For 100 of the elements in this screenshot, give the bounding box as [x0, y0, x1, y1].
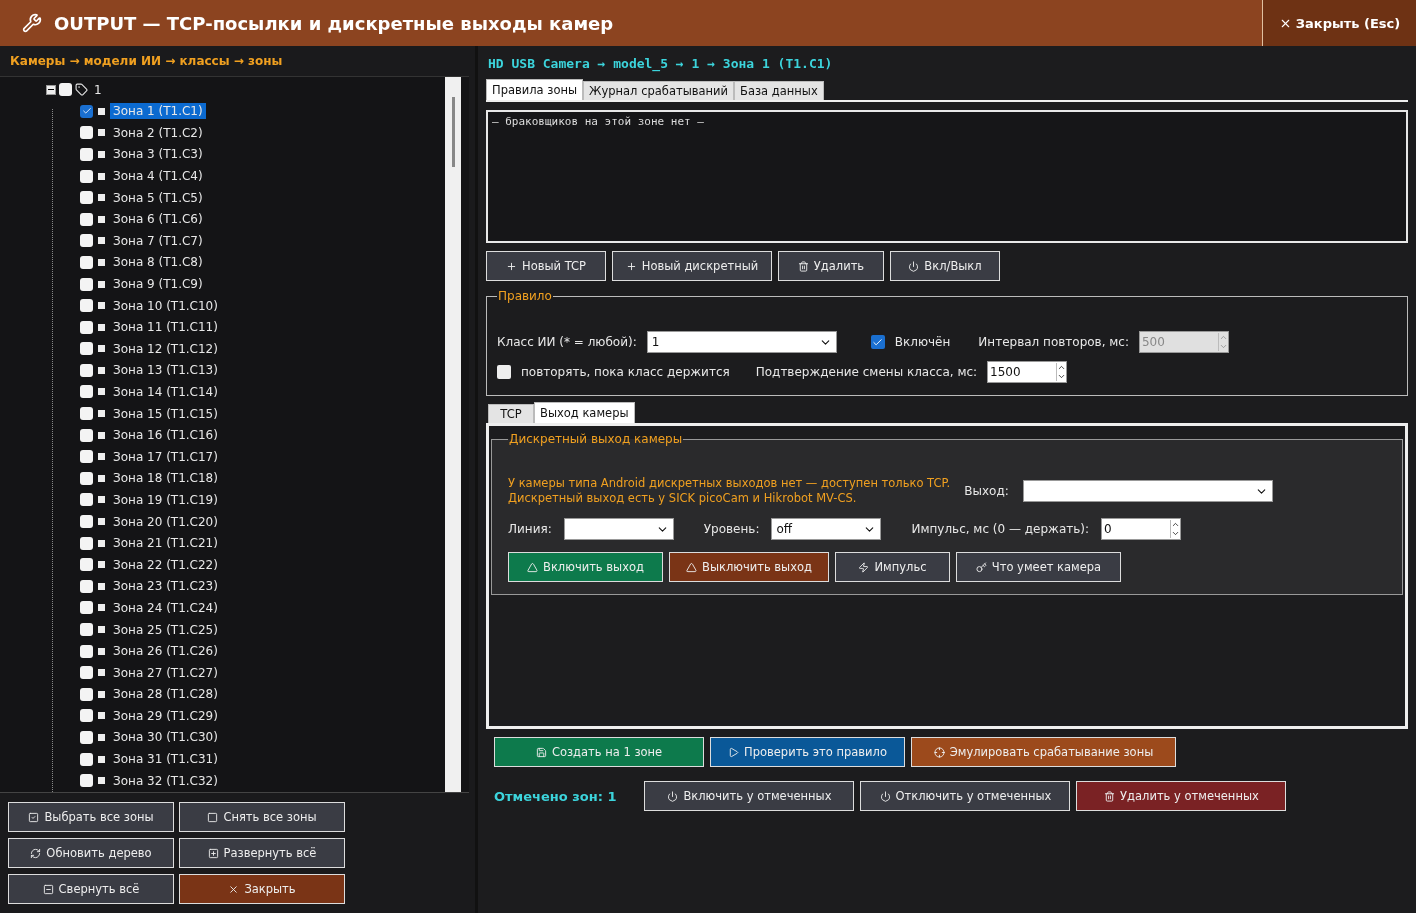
tree-checkbox[interactable]: [80, 126, 93, 140]
tree-item[interactable]: Зона 25 (T1.C25): [110, 621, 221, 638]
output-button[interactable]: Импульс: [835, 552, 950, 582]
tree-checkbox[interactable]: [80, 342, 93, 356]
tree-checkbox[interactable]: [80, 407, 93, 421]
close-button[interactable]: Закрыть (Esc): [1262, 0, 1416, 46]
tree-item[interactable]: Зона 32 (T1.C32): [110, 772, 221, 789]
tree-checkbox[interactable]: [80, 234, 93, 248]
tree-checkbox[interactable]: [80, 299, 93, 313]
tab[interactable]: TCP: [488, 404, 534, 423]
pulse-spinbox[interactable]: 0: [1101, 518, 1182, 540]
collapse-toggle[interactable]: [46, 84, 56, 95]
tree-item[interactable]: Зона 19 (T1.C19): [110, 491, 221, 508]
tree-item[interactable]: Зона 4 (T1.C4): [110, 168, 206, 185]
tree-button[interactable]: Свернуть всё: [8, 874, 174, 904]
class-dropdown[interactable]: 1: [646, 331, 837, 353]
output-button[interactable]: Включить выход: [508, 552, 663, 582]
confirm-spinbox[interactable]: 1500: [987, 361, 1068, 383]
tab[interactable]: Журнал срабатываний: [583, 81, 734, 100]
enabled-checkbox[interactable]: [870, 335, 885, 349]
tree-item[interactable]: Зона 28 (T1.C28): [110, 686, 221, 703]
tree-checkbox[interactable]: [80, 666, 93, 680]
tree-item[interactable]: Зона 1 (T1.C1): [110, 103, 206, 120]
tree-item[interactable]: Зона 7 (T1.C7): [110, 232, 206, 249]
tree-item[interactable]: Зона 3 (T1.C3): [110, 146, 206, 163]
tree-item[interactable]: Зона 5 (T1.C5): [110, 189, 206, 206]
tab[interactable]: Выход камеры: [534, 402, 635, 423]
rule-button[interactable]: Новый TCP: [486, 251, 606, 281]
tree-checkbox[interactable]: [80, 558, 93, 572]
tree-checkbox[interactable]: [80, 191, 93, 205]
tree-item[interactable]: Зона 31 (T1.C31): [110, 751, 221, 768]
tree-item[interactable]: Зона 9 (T1.C9): [110, 276, 206, 292]
action-button[interactable]: Создать на 1 зоне: [494, 737, 704, 767]
tree-item[interactable]: Зона 30 (T1.C30): [110, 729, 221, 746]
bulk-button[interactable]: Отключить у отмеченных: [860, 781, 1071, 811]
tree-button[interactable]: Закрыть: [179, 874, 345, 904]
tree-item[interactable]: Зона 10 (T1.C10): [110, 297, 221, 314]
tree-checkbox[interactable]: [80, 493, 93, 507]
tree-button[interactable]: Развернуть всё: [179, 838, 345, 868]
tree-item[interactable]: Зона 6 (T1.C6): [110, 211, 206, 228]
tree-button[interactable]: Снять все зоны: [179, 802, 345, 832]
tree-checkbox[interactable]: [80, 277, 93, 291]
tree-checkbox[interactable]: [80, 515, 93, 529]
output-button[interactable]: Что умеет камера: [956, 552, 1121, 582]
repeat-checkbox[interactable]: [497, 365, 511, 379]
rule-button[interactable]: Удалить: [778, 251, 884, 281]
level-dropdown[interactable]: off: [771, 518, 882, 540]
scrollbar[interactable]: [445, 76, 461, 792]
tree-checkbox[interactable]: [80, 255, 93, 269]
tree-checkbox[interactable]: [80, 428, 93, 442]
tree-checkbox[interactable]: [80, 752, 93, 766]
tree-checkbox[interactable]: [80, 450, 93, 464]
tree-item[interactable]: Зона 16 (T1.C16): [110, 427, 221, 444]
tree-checkbox[interactable]: [80, 169, 93, 183]
bulk-button[interactable]: Включить у отмеченных: [644, 781, 855, 811]
tree-checkbox[interactable]: [80, 212, 93, 226]
tree-checkbox[interactable]: [80, 579, 93, 593]
tree-item[interactable]: Зона 18 (T1.C18): [110, 470, 221, 487]
tree-checkbox[interactable]: [80, 147, 93, 161]
tree-item[interactable]: Зона 15 (T1.C15): [110, 405, 221, 422]
tree-checkbox[interactable]: [80, 601, 93, 615]
tree-checkbox[interactable]: [80, 774, 93, 788]
tree-button[interactable]: Выбрать все зоны: [8, 802, 174, 832]
tree-checkbox[interactable]: [80, 104, 93, 118]
tree-item[interactable]: Зона 26 (T1.C26): [110, 643, 221, 660]
tree-item[interactable]: Зона 20 (T1.C20): [110, 513, 221, 530]
tree-checkbox[interactable]: [80, 623, 93, 636]
tab[interactable]: Правила зоны: [486, 79, 584, 100]
tree-checkbox[interactable]: [59, 83, 72, 97]
action-button[interactable]: Проверить это правило: [710, 737, 905, 767]
tree-item[interactable]: Зона 29 (T1.C29): [110, 707, 221, 724]
output-button[interactable]: Выключить выход: [669, 552, 829, 582]
tree-item[interactable]: Зона 11 (T1.C11): [110, 319, 221, 336]
tree-item[interactable]: Зона 27 (T1.C27): [110, 664, 221, 681]
tree-item[interactable]: Зона 8 (T1.C8): [110, 254, 206, 271]
tree-checkbox[interactable]: [80, 471, 93, 485]
tree-item[interactable]: Зона 22 (T1.C22): [110, 556, 221, 573]
tree-checkbox[interactable]: [80, 536, 93, 550]
tree-checkbox[interactable]: [80, 363, 93, 377]
tree-item[interactable]: Зона 2 (T1.C2): [110, 124, 206, 141]
rule-button[interactable]: Вкл/Выкл: [890, 251, 1000, 281]
tree-item[interactable]: 1: [91, 81, 105, 98]
tree-item[interactable]: Зона 23 (T1.C23): [110, 578, 221, 595]
rule-button[interactable]: Новый дискретный: [612, 251, 772, 281]
tree-item[interactable]: Зона 13 (T1.C13): [110, 362, 221, 379]
output-dropdown[interactable]: [1022, 480, 1273, 502]
tree-item[interactable]: Зона 14 (T1.C14): [110, 384, 221, 400]
tree-item[interactable]: Зона 24 (T1.C24): [110, 599, 221, 616]
tab[interactable]: База данных: [734, 81, 824, 100]
tree-checkbox[interactable]: [80, 385, 93, 399]
bulk-button[interactable]: Удалить у отмеченных: [1076, 781, 1287, 811]
tree-item[interactable]: Зона 12 (T1.C12): [110, 340, 221, 357]
tree-item[interactable]: Зона 17 (T1.C17): [110, 448, 221, 465]
tree-checkbox[interactable]: [80, 731, 93, 744]
tree-checkbox[interactable]: [80, 320, 93, 334]
action-button[interactable]: Эмулировать срабатывание зоны: [911, 737, 1176, 767]
tree-checkbox[interactable]: [80, 709, 93, 723]
tree-checkbox[interactable]: [80, 644, 93, 658]
tree-item[interactable]: Зона 21 (T1.C21): [110, 535, 221, 552]
line-dropdown[interactable]: [563, 518, 674, 540]
